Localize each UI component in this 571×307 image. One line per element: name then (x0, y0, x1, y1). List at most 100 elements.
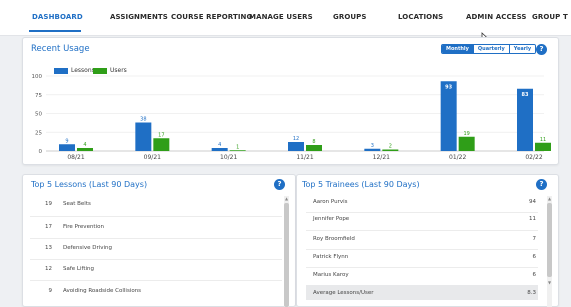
x-tick-label: 09/21 (144, 154, 161, 161)
tab-assignments[interactable]: ASSIGNMENTS (110, 13, 168, 21)
tab-group-t[interactable]: GROUP T (532, 13, 568, 21)
bar-value-label: 2 (389, 144, 392, 150)
bar-users (229, 150, 246, 151)
trainee-row[interactable]: Jennifer Pope 11 (296, 216, 536, 237)
bar-users (535, 142, 551, 151)
lesson-row[interactable]: 19 Seat Belts (22, 201, 284, 222)
row-divider (30, 280, 282, 281)
tab-locations[interactable]: LOCATIONS (398, 13, 443, 21)
tab-admin-access[interactable]: ADMIN ACCESS (466, 13, 527, 21)
row-divider (306, 212, 538, 213)
row-divider (30, 259, 282, 260)
y-tick-label: 50 (35, 112, 42, 118)
trainee-name: Patrick Flynn (313, 254, 349, 260)
bar-lessons (364, 148, 381, 151)
bar-value-label: 17 (158, 132, 164, 138)
row-divider (306, 230, 538, 231)
bar-users (458, 136, 475, 151)
x-tick-label: 01/22 (449, 154, 466, 161)
bar-value-label: 4 (218, 142, 221, 148)
trainee-name: Marius Karoy (313, 272, 349, 278)
bar-value-label: 1 (236, 144, 239, 150)
active-tab-indicator (29, 30, 81, 32)
row-divider (306, 267, 538, 268)
period-yearly-button[interactable]: Yearly (509, 45, 536, 53)
y-tick-label: 25 (35, 130, 42, 136)
bar-lessons (517, 88, 533, 151)
lesson-name: Safe Lifting (63, 266, 95, 272)
bar-value-label: 93 (445, 84, 452, 90)
bar-users (382, 149, 399, 151)
trainee-lesson-count: 6 (532, 272, 537, 278)
lesson-count: 12 (45, 266, 52, 272)
top-trainees-title: Top 5 Trainees (Last 90 Days) (302, 180, 420, 189)
lesson-row[interactable]: 17 Fire Prevention (22, 224, 284, 245)
lesson-row[interactable]: 12 Safe Lifting (22, 266, 284, 287)
lesson-row[interactable]: 13 Defensive Driving (22, 245, 284, 266)
bar-value-label: 9 (65, 138, 68, 144)
lesson-count: 19 (45, 201, 52, 207)
usage-bar-chart: 0 25 50 75 100 9 4 08/21 38 17 09/21 4 1 10/21 12 8 11/2… (32, 74, 551, 161)
scroll-down-icon[interactable]: ▼ (547, 280, 552, 285)
bar-value-label: 11 (540, 137, 546, 143)
bar-lessons (59, 144, 75, 151)
bar-lessons (211, 148, 228, 151)
period-monthly-button[interactable]: Monthly (442, 45, 474, 53)
trainees-scroll-thumb[interactable] (547, 203, 552, 277)
tab-manage-users[interactable]: MANAGE USERS (249, 13, 313, 21)
bar-value-label: 3 (371, 143, 374, 149)
row-divider (30, 216, 282, 217)
trainee-name: Aaron Purvis (313, 199, 348, 205)
lesson-name: Seat Belts (63, 201, 91, 207)
bar-users (306, 145, 322, 151)
row-divider (306, 249, 538, 250)
x-tick-label: 12/21 (373, 154, 390, 161)
top-lessons-title: Top 5 Lessons (Last 90 Days) (31, 180, 148, 189)
trainees-help-icon[interactable]: ? (536, 179, 547, 190)
lesson-count: 13 (45, 245, 52, 251)
bar-value-label: 4 (83, 142, 86, 148)
bar-lessons (288, 142, 304, 151)
trainees-scrollbar[interactable]: ▲ ▼ (547, 196, 552, 307)
x-tick-label: 11/21 (296, 154, 313, 161)
lesson-name: Defensive Driving (63, 245, 112, 251)
x-tick-label: 08/21 (67, 154, 84, 161)
x-tick-label: 02/22 (525, 154, 542, 161)
trainee-lesson-count: 94 (529, 199, 536, 205)
average-label: Average Lessons/User (313, 290, 374, 296)
trainee-lesson-count: 6 (532, 254, 537, 260)
lesson-name: Avoiding Roadside Collisions (63, 288, 142, 294)
x-tick-label: 10/21 (220, 154, 237, 161)
average-value: 8.3 (527, 290, 536, 296)
trainee-name: Jennifer Pope (313, 216, 350, 222)
bar-value-label: 83 (522, 92, 529, 98)
bar-users (153, 138, 170, 151)
tab-groups[interactable]: GROUPS (333, 13, 367, 21)
bar-value-label: 38 (140, 117, 146, 123)
lessons-help-icon[interactable]: ? (274, 179, 285, 190)
recent-usage-title: Recent Usage (31, 44, 90, 54)
lesson-row[interactable]: 9 Avoiding Roadside Collisions (22, 288, 284, 307)
y-tick-label: 0 (39, 149, 43, 155)
scroll-up-icon[interactable]: ▲ (547, 196, 552, 201)
y-tick-label: 100 (32, 74, 43, 80)
period-quarterly-button[interactable]: Quarterly (473, 45, 510, 53)
lesson-count: 17 (45, 224, 52, 230)
trainee-name: Roy Broomfield (313, 236, 355, 242)
usage-help-icon[interactable]: ? (536, 44, 547, 55)
bar-lessons (135, 122, 152, 151)
bar-lessons (440, 81, 457, 151)
tab-course-reporting[interactable]: COURSE REPORTING (171, 13, 252, 21)
bar-value-label: 12 (293, 136, 299, 142)
trainee-lesson-count: 7 (532, 236, 537, 242)
bar-users (77, 148, 93, 151)
bar-value-label: 8 (312, 139, 315, 145)
lessons-scroll-thumb[interactable] (284, 203, 289, 307)
lesson-count: 9 (48, 288, 53, 294)
tab-dashboard[interactable]: DASHBOARD (32, 13, 83, 21)
scroll-up-icon[interactable]: ▲ (284, 196, 289, 201)
y-tick-label: 75 (35, 93, 42, 99)
lessons-scrollbar[interactable]: ▲ (284, 196, 289, 307)
period-toggle: Monthly Quarterly Yearly (441, 44, 537, 54)
average-lessons-row: Average Lessons/User 8.3 (296, 290, 536, 307)
